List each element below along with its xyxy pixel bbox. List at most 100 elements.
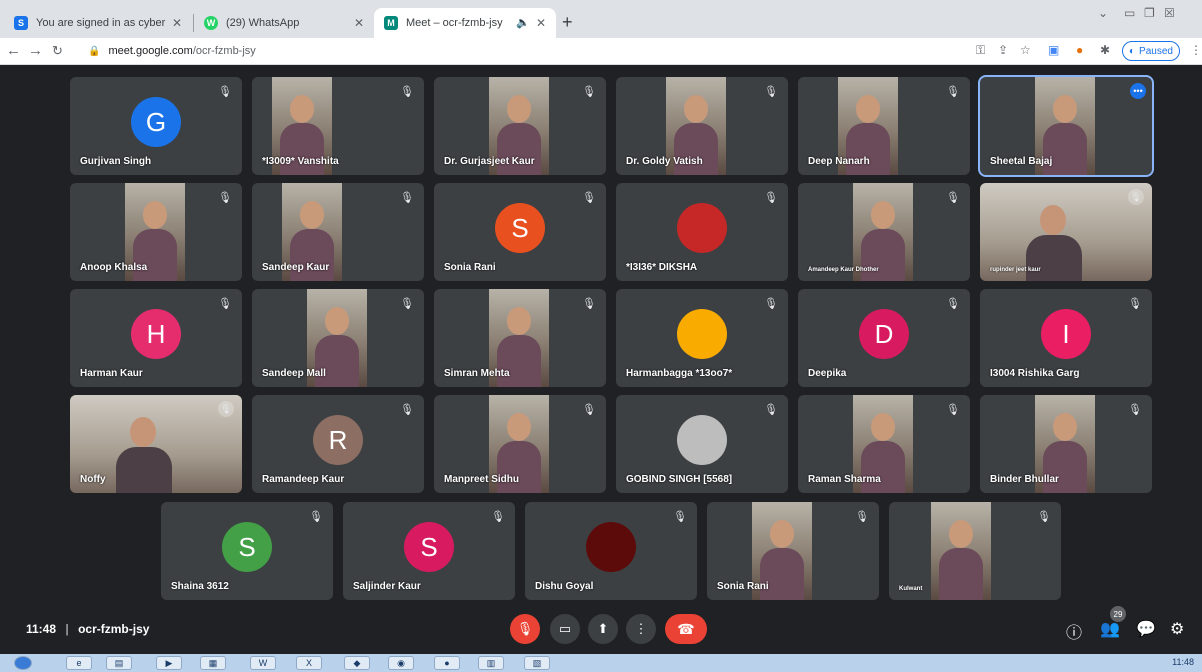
app-icon[interactable]: ▥ [478,656,504,670]
participant-tile[interactable]: S 🎙 Sonia Rani [434,183,606,281]
chrome-icon[interactable]: ◉ [388,656,414,670]
close-window-icon[interactable]: ☒ [1164,6,1175,20]
participant-name: Harmanbagga *13oo7* [626,368,733,379]
chat-icon[interactable]: 💬 [1136,619,1156,639]
share-icon[interactable]: ⇪ [998,43,1008,57]
participant-name: Deep Nanarh [808,156,870,167]
minimize-icon[interactable]: ▭ [1124,6,1135,20]
participant-tile[interactable]: 🎙 Raman Sharma [798,395,970,493]
present-button[interactable]: ⬆ [588,614,618,644]
close-tab-icon[interactable]: ✕ [354,16,364,30]
participant-tile[interactable]: 🎙 Sonia Rani [707,502,879,600]
new-tab-button[interactable]: + [562,12,573,33]
participant-name: Manpreet Sidhu [444,474,520,485]
mic-off-button[interactable]: 🎙 [510,614,540,644]
tab-whatsapp[interactable]: W (29) WhatsApp ✕ [194,8,374,38]
tab-signed-in[interactable]: S You are signed in as cyber ✕ [4,8,192,38]
participant-tile[interactable]: ••• Sheetal Bajaj [978,75,1154,177]
camera-button[interactable]: ▭ [550,614,580,644]
participant-tile[interactable]: 🎙 *I3009* Vanshita [252,77,424,175]
participant-tile[interactable]: S 🎙 Saljinder Kaur [343,502,515,600]
chevron-down-icon[interactable]: ⌄ [1098,6,1108,20]
participant-tile[interactable]: 🎙 Kulwant [889,502,1061,600]
taskbar-clock: 11:48 [1172,657,1194,667]
person-head [507,413,531,441]
mic-muted-icon: 🎙 [946,404,960,416]
participant-tile[interactable]: 🎙 Sandeep Mall [252,289,424,387]
tab-title: (29) WhatsApp [226,17,300,29]
person-head [1040,205,1066,235]
meeting-time: 11:48 [26,622,57,636]
participant-tile[interactable]: 🎙 Dr. Gurjasjeet Kaur [434,77,606,175]
app-icon[interactable]: ◆ [344,656,370,670]
media-icon[interactable]: ▶ [156,656,182,670]
app-icon[interactable]: ● [434,656,460,670]
participant-name: GOBIND SINGH [5568] [626,474,733,485]
participant-tile[interactable]: 🎙 Harmanbagga *13oo7* [616,289,788,387]
participant-tile[interactable]: 🎙 rupinder jeet kaur [980,183,1152,281]
forward-arrow-icon[interactable]: → [28,42,43,59]
people-icon[interactable]: 👥 [1100,619,1120,639]
participant-tile[interactable]: 🎙 Manpreet Sidhu [434,395,606,493]
participant-tile[interactable]: 🎙 Dr. Goldy Vatish [616,77,788,175]
ie-icon[interactable]: e [66,656,92,670]
key-icon[interactable]: ⚿ [976,43,985,58]
participant-tile[interactable]: G 🎙 Gurjivan Singh [70,77,242,175]
app-icon[interactable]: ▧ [524,656,550,670]
participant-tile[interactable]: 🎙 Dishu Goyal [525,502,697,600]
participant-tile[interactable]: 🎙 GOBIND SINGH [5568] [616,395,788,493]
more-options-button[interactable]: ⋮ [626,614,656,644]
person-head [856,95,880,123]
bookmark-star-icon[interactable]: ☆ [1020,43,1031,57]
restore-icon[interactable]: ❐ [1144,6,1155,20]
separator: | [65,622,69,636]
more-options-icon[interactable]: ••• [1130,83,1146,99]
folder-icon[interactable]: ▦ [200,656,226,670]
person-body [846,123,890,175]
profile-paused-button[interactable]: ◐ Paused [1122,41,1180,61]
video-feed [931,502,991,600]
participant-tile[interactable]: 🎙 Deep Nanarh [798,77,970,175]
info-icon[interactable]: ⓘ [1066,619,1082,643]
participant-name: Saljinder Kaur [353,581,421,592]
camera-icon: ▭ [558,621,572,636]
participant-tile[interactable]: 🎙 Simran Mehta [434,289,606,387]
explorer-icon[interactable]: ▤ [106,656,132,670]
back-arrow-icon[interactable]: ← [6,42,21,59]
participant-tile[interactable]: I 🎙 I3004 Rishika Garg [980,289,1152,387]
activities-icon[interactable]: ⚙ [1170,619,1184,639]
close-tab-icon[interactable]: ✕ [172,16,182,30]
person-body [116,447,172,493]
participant-name: Gurjivan Singh [80,156,152,167]
participant-tile[interactable]: 🎙 Amandeep Kaur Dhother [798,183,970,281]
mic-muted-icon: 🎙 [1037,511,1051,523]
participant-tile[interactable]: 🎙 Sandeep Kaur [252,183,424,281]
participant-name: Dishu Goyal [535,581,594,592]
menu-dots-icon[interactable]: ⋮ [1190,43,1202,57]
reload-icon[interactable]: ↻ [52,43,63,59]
start-icon[interactable] [14,656,32,670]
person-body [280,123,324,175]
participant-tile[interactable]: D 🎙 Deepika [798,289,970,387]
leave-call-button[interactable]: ☎ [665,614,707,644]
participant-tile[interactable]: 🎙 Anoop Khalsa [70,183,242,281]
tab-meet[interactable]: M Meet – ocr-fzmb-jsy 🔈 ✕ [374,8,556,38]
word-icon[interactable]: W [250,656,276,670]
address-bar[interactable]: 🔒 meet.google.com/ocr-fzmb-jsy [88,40,968,62]
participant-tile[interactable]: 🎙 Binder Bhullar [980,395,1152,493]
browser-toolbar: ← → ↻ 🔒 meet.google.com/ocr-fzmb-jsy ⚿ ⇪… [0,38,1202,65]
extension-icon[interactable]: ▣ [1048,43,1059,57]
tab-title: Meet – ocr-fzmb-jsy [406,17,503,29]
excel-icon[interactable]: X [296,656,322,670]
speaker-icon[interactable]: 🔈 [516,16,530,29]
participant-tile[interactable]: H 🎙 Harman Kaur [70,289,242,387]
close-tab-icon[interactable]: ✕ [536,16,546,30]
mic-muted-icon: 🎙 [946,86,960,98]
participant-tile[interactable]: R 🎙 Ramandeep Kaur [252,395,424,493]
paused-label: Paused [1139,45,1173,57]
participant-tile[interactable]: S 🎙 Shaina 3612 [161,502,333,600]
participant-tile[interactable]: 🎙 *I3I36* DIKSHA [616,183,788,281]
puzzle-icon[interactable]: ✱ [1100,43,1110,57]
participant-tile[interactable]: 🎙 Noffy [70,395,242,493]
extension-icon[interactable]: ● [1076,43,1083,57]
